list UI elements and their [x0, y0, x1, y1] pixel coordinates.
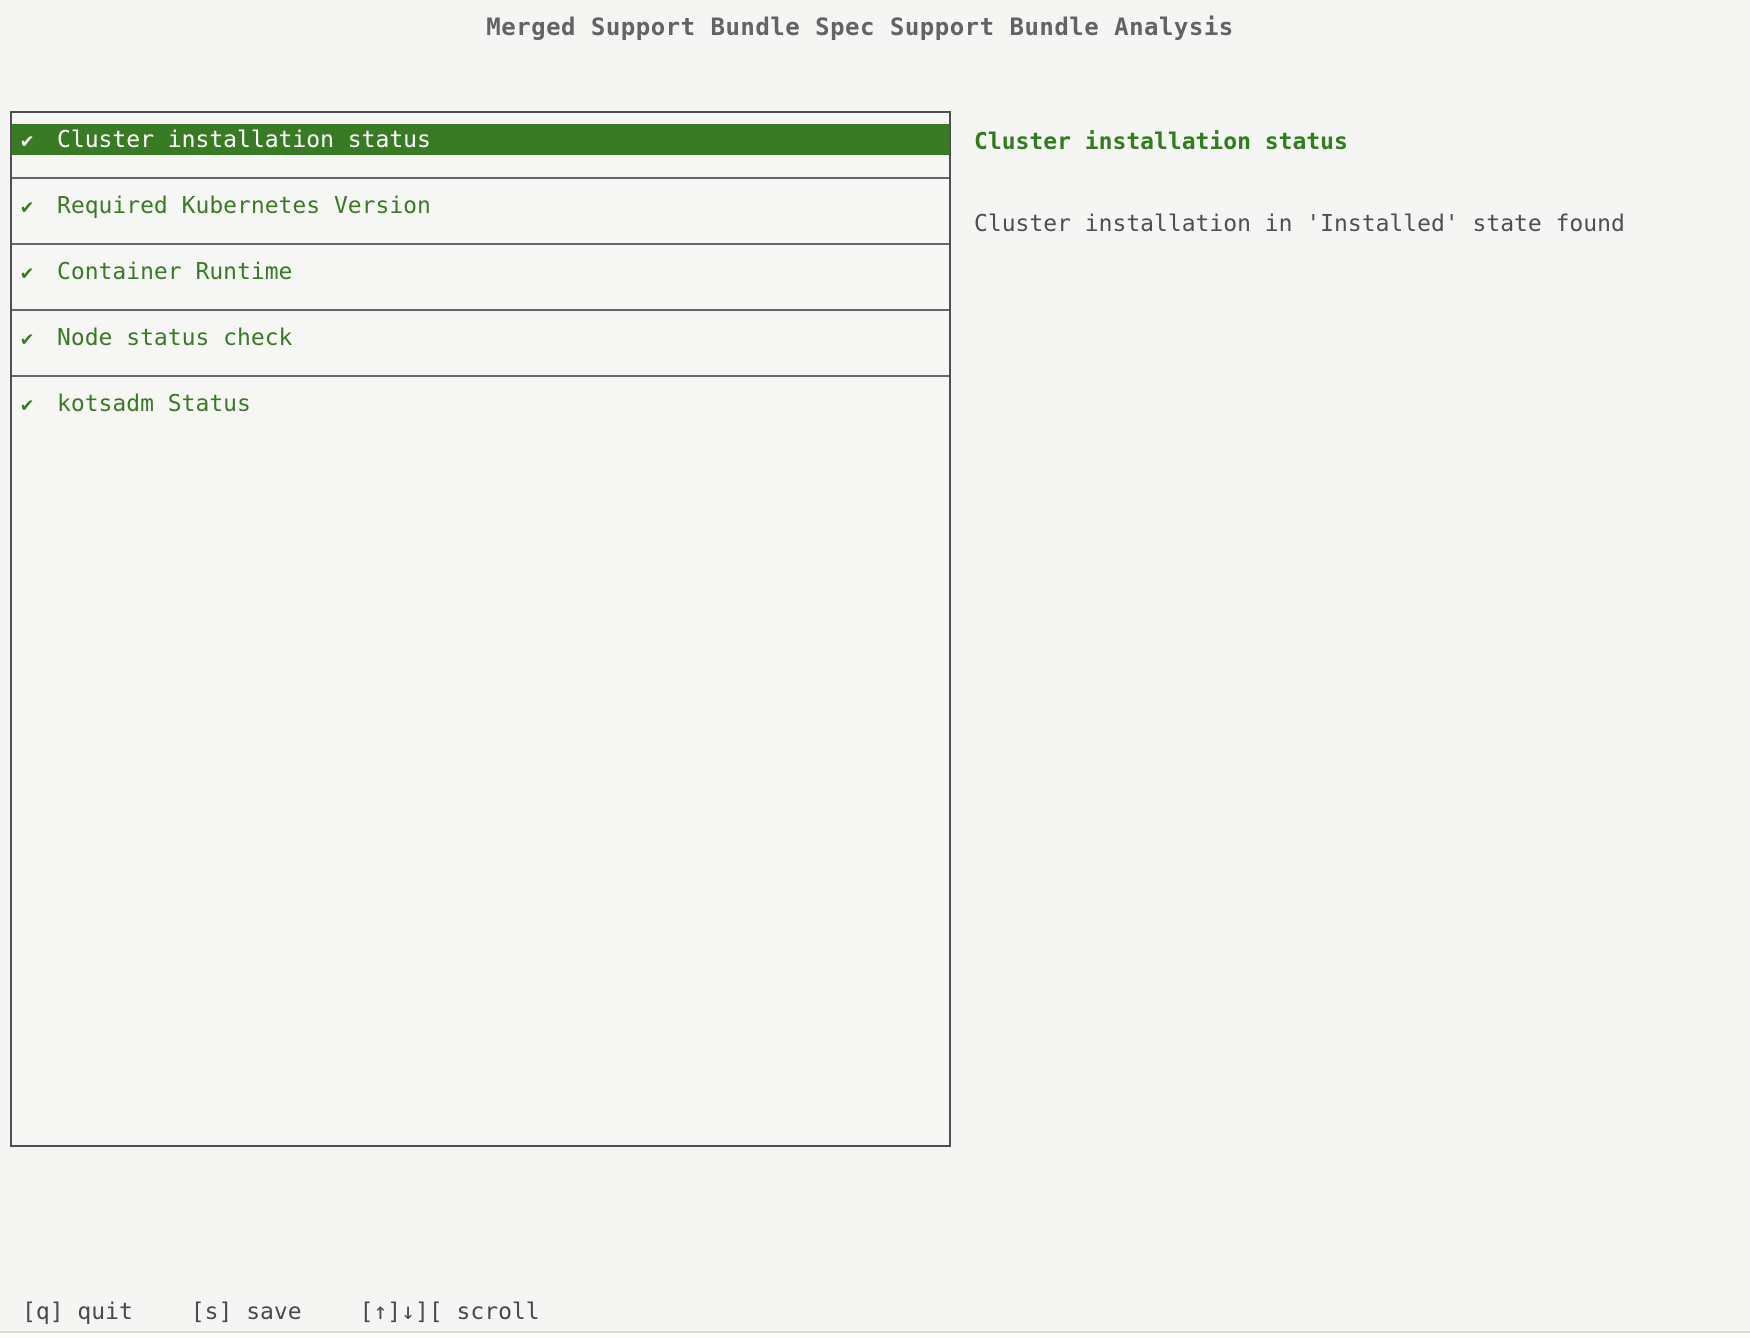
hint-save-action: save	[246, 1299, 301, 1325]
check-icon: ✔	[12, 326, 57, 350]
hint-scroll-key: [↑]↓][	[360, 1299, 443, 1325]
analyzer-item-label: Cluster installation status	[57, 127, 431, 153]
page-title: Merged Support Bundle Spec Support Bundl…	[0, 13, 1720, 41]
analyzer-row: ✔ Node status check	[12, 322, 949, 353]
bottom-strip	[0, 1333, 1750, 1338]
analyzer-row: ✔ Cluster installation status	[12, 124, 949, 155]
analyzer-item-node-status-check[interactable]: ✔ Node status check	[12, 322, 949, 377]
analyzer-row: ✔ Container Runtime	[12, 256, 949, 287]
analyzer-item-label: Required Kubernetes Version	[57, 193, 431, 219]
analyzer-item-cluster-installation-status[interactable]: ✔ Cluster installation status	[12, 124, 949, 179]
analyzer-list: ✔ Cluster installation status ✔ Required…	[10, 111, 951, 1147]
check-icon: ✔	[12, 128, 57, 152]
check-icon: ✔	[12, 260, 57, 284]
check-icon: ✔	[12, 392, 57, 416]
analyzer-item-label: Container Runtime	[57, 259, 292, 285]
footer-key-hints: [q] quit [s] save [↑]↓][ scroll	[22, 1299, 540, 1325]
hint-scroll: [↑]↓][ scroll	[360, 1299, 540, 1325]
analyzer-item-required-kubernetes-version[interactable]: ✔ Required Kubernetes Version	[12, 190, 949, 245]
analyzer-row: ✔ Required Kubernetes Version	[12, 190, 949, 221]
detail-pane-message: Cluster installation in 'Installed' stat…	[974, 209, 1625, 239]
analyzer-row: ✔ kotsadm Status	[12, 388, 949, 419]
hint-quit-action: quit	[77, 1299, 132, 1325]
detail-pane-title: Cluster installation status	[974, 127, 1348, 158]
analyzer-item-label: kotsadm Status	[57, 391, 251, 417]
hint-save-key: [s]	[191, 1299, 233, 1325]
analyzer-item-label: Node status check	[57, 325, 292, 351]
analyzer-item-kotsadm-status[interactable]: ✔ kotsadm Status	[12, 388, 949, 443]
hint-scroll-action: scroll	[457, 1299, 540, 1325]
hint-quit: [q] quit	[22, 1299, 133, 1325]
hint-quit-key: [q]	[22, 1299, 64, 1325]
check-icon: ✔	[12, 194, 57, 218]
hint-save: [s] save	[191, 1299, 302, 1325]
analyzer-item-container-runtime[interactable]: ✔ Container Runtime	[12, 256, 949, 311]
